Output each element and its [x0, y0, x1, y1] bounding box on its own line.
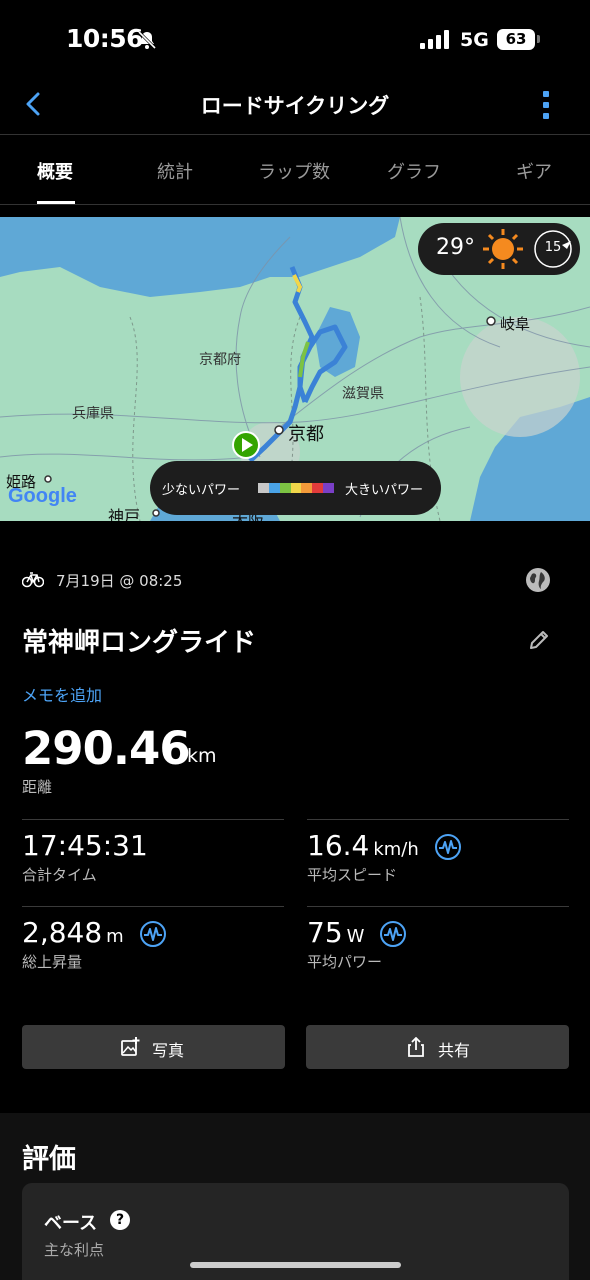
photo-button[interactable]: 写真 — [22, 1025, 285, 1069]
rating-card-sub: 主な利点 — [44, 1241, 105, 1259]
route-start-pin — [232, 431, 260, 459]
tabs-divider — [0, 204, 590, 205]
stat-value: 16.4 km/h — [307, 829, 462, 862]
map-label-hyogo: 兵庫県 — [72, 406, 114, 422]
legend-swatch — [323, 483, 335, 493]
legend-swatch — [279, 483, 291, 493]
map-label-shiga: 滋賀県 — [342, 386, 384, 402]
battery-icon: 63 — [497, 29, 535, 50]
pulse-chart-icon[interactable] — [379, 920, 407, 948]
activity-date: 7月19日 @ 08:25 — [56, 572, 183, 590]
stat-divider — [307, 906, 569, 907]
tab-graph[interactable]: グラフ — [387, 158, 441, 184]
stat-avg-power: 75 W 平均パワー — [307, 906, 569, 992]
stat-label: 総上昇量 — [22, 953, 83, 971]
app-header: ロードサイクリング — [0, 80, 590, 134]
bell-slash-icon — [137, 30, 157, 50]
map-label-kobe: 神戸 — [108, 507, 141, 521]
weather-badge: 29° 15 — [418, 223, 580, 275]
add-photo-icon — [121, 1037, 140, 1056]
stat-value: 17:45:31 — [22, 829, 148, 862]
distance-unit: km — [187, 745, 217, 767]
battery-tip — [537, 35, 540, 43]
legend-low-label: 少ないパワー — [162, 483, 241, 498]
rating-title: 評価 — [22, 1144, 76, 1175]
stat-value: 75 W — [307, 916, 407, 949]
stat-unit: W — [346, 926, 365, 947]
page-title: ロードサイクリング — [200, 94, 390, 118]
signal-icon — [420, 30, 449, 49]
status-time: 10:56 — [66, 24, 144, 53]
share-button[interactable]: 共有 — [306, 1025, 569, 1069]
pulse-chart-icon[interactable] — [139, 920, 167, 948]
stat-number: 2,848 — [22, 916, 103, 949]
wind-speed: 15 — [544, 240, 562, 255]
stat-label: 合計タイム — [22, 866, 97, 884]
google-logo-letters: Google — [8, 485, 77, 507]
legend-swatch — [312, 483, 324, 493]
map-label-kyoto-pref: 京都府 — [199, 352, 241, 368]
stat-total-time: 17:45:31 合計タイム — [22, 819, 284, 905]
globe-icon[interactable] — [524, 566, 552, 594]
stat-number: 75 — [307, 916, 343, 949]
home-indicator — [190, 1262, 401, 1268]
tab-gear[interactable]: ギア — [516, 158, 552, 184]
share-icon — [408, 1037, 424, 1057]
stat-value: 2,848 m — [22, 916, 167, 949]
weather-temperature: 29° — [436, 235, 475, 260]
legend-swatch — [290, 483, 302, 493]
help-icon[interactable]: ? — [110, 1210, 130, 1230]
google-attribution: Google — [8, 485, 77, 508]
stat-unit: m — [106, 926, 124, 947]
legend-swatch — [268, 483, 280, 493]
stat-elevation-gain: 2,848 m 総上昇量 — [22, 906, 284, 992]
distance-label: 距離 — [22, 778, 53, 796]
tab-laps[interactable]: ラップ数 — [258, 158, 330, 184]
header-divider — [0, 134, 590, 135]
network-type: 5G — [460, 29, 489, 51]
stat-number: 16.4 — [307, 829, 370, 862]
stat-avg-speed: 16.4 km/h 平均スピード — [307, 819, 569, 905]
power-legend: 少ないパワー 大きいパワー — [150, 461, 441, 515]
add-memo-link[interactable]: メモを追加 — [22, 682, 102, 706]
legend-swatch — [258, 483, 269, 493]
bicycle-icon — [22, 572, 44, 588]
tab-stats[interactable]: 統計 — [157, 158, 193, 184]
tab-bar: 概要 統計 ラップ数 グラフ ギア — [0, 136, 590, 204]
sun-icon — [483, 229, 523, 269]
pulse-chart-icon[interactable] — [434, 833, 462, 861]
edit-pencil-icon[interactable] — [528, 629, 550, 651]
wind-indicator: 15 — [532, 229, 574, 269]
vertical-dots-icon[interactable] — [533, 90, 559, 120]
legend-high-label: 大きいパワー — [345, 483, 424, 498]
share-button-label: 共有 — [438, 1041, 471, 1060]
legend-color-bar — [258, 483, 335, 493]
route-map[interactable]: 京都府 兵庫県 滋賀県 岐阜 京都 姫路 神戸 大阪 Google 29° 15 — [0, 217, 590, 521]
map-label-gifu: 岐阜 — [500, 315, 531, 333]
stat-divider — [22, 906, 284, 907]
stat-label: 平均パワー — [307, 953, 383, 971]
map-label-kyoto: 京都 — [288, 424, 324, 445]
photo-button-label: 写真 — [152, 1041, 185, 1060]
stat-label: 平均スピード — [307, 866, 398, 884]
activity-meta: 7月19日 @ 08:25 — [22, 566, 568, 594]
tab-overview[interactable]: 概要 — [37, 158, 73, 184]
distance-value: 290.46 — [22, 722, 191, 775]
rating-card-label: ベース — [44, 1213, 98, 1234]
stat-divider — [22, 819, 284, 820]
stat-number: 17:45:31 — [22, 829, 148, 862]
activity-name: 常神岬ロングライド — [22, 628, 257, 658]
stat-unit: km/h — [373, 839, 419, 860]
stat-divider — [307, 819, 569, 820]
legend-swatch — [301, 483, 313, 493]
status-bar: 10:56 5G 63 — [0, 0, 590, 80]
